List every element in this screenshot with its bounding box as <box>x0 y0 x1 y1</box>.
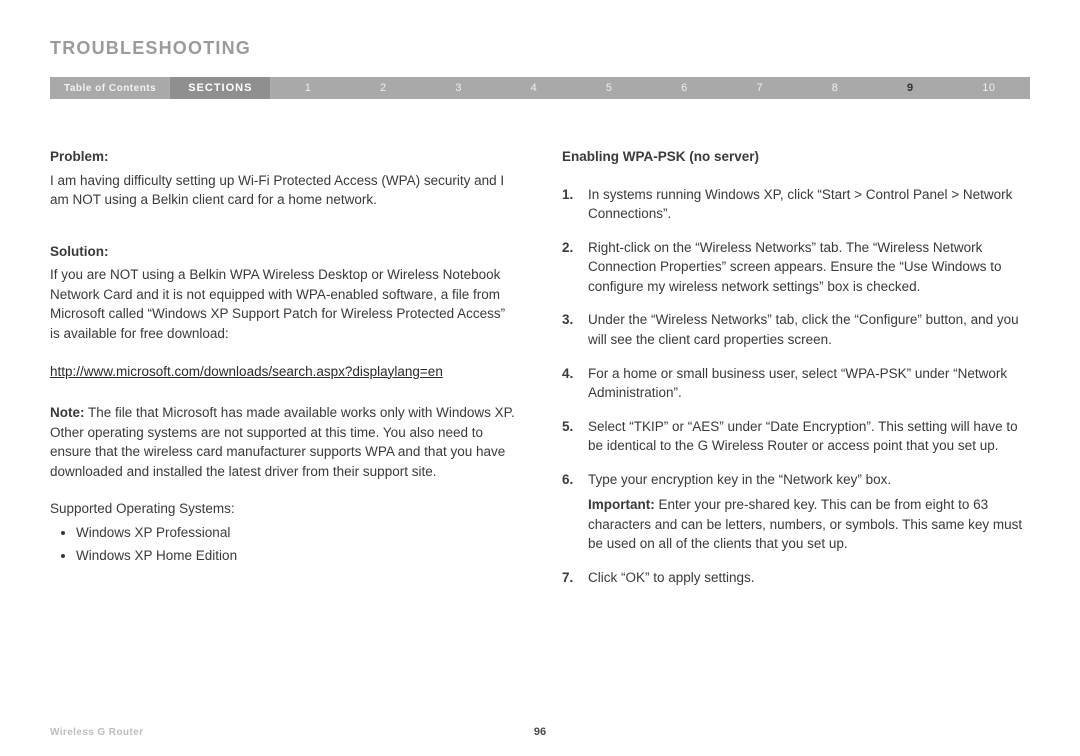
content-area: Problem: I am having difficulty setting … <box>50 147 1030 602</box>
page-footer: Wireless G Router 96 <box>50 726 1030 738</box>
nav-section-1[interactable]: 1 <box>301 82 316 94</box>
nav-section-6[interactable]: 6 <box>677 82 692 94</box>
footer-page-number: 96 <box>534 726 546 738</box>
step-text: Select “TKIP” or “AES” under “Date Encry… <box>588 417 1030 456</box>
step-7: 7.Click “OK” to apply settings. <box>562 568 1030 588</box>
note-paragraph: Note: The file that Microsoft has made a… <box>50 403 518 481</box>
important-paragraph: Important: Enter your pre-shared key. Th… <box>588 495 1030 554</box>
step-number: 7. <box>562 568 588 588</box>
right-column: Enabling WPA-PSK (no server) 1.In system… <box>562 147 1030 602</box>
step-number: 4. <box>562 364 588 403</box>
step-number: 3. <box>562 310 588 349</box>
wpa-psk-heading: Enabling WPA-PSK (no server) <box>562 147 1030 167</box>
nav-section-4[interactable]: 4 <box>527 82 542 94</box>
solution-heading: Solution: <box>50 242 518 262</box>
step-number: 5. <box>562 417 588 456</box>
supported-os-heading: Supported Operating Systems: <box>50 499 518 519</box>
problem-heading: Problem: <box>50 147 518 167</box>
nav-section-5[interactable]: 5 <box>602 82 617 94</box>
steps-list-cont: 7.Click “OK” to apply settings. <box>562 568 1030 588</box>
step-1: 1.In systems running Windows XP, click “… <box>562 185 1030 224</box>
step-6: 6.Type your encryption key in the “Netwo… <box>562 470 1030 490</box>
step-2: 2.Right-click on the “Wireless Networks”… <box>562 238 1030 297</box>
download-link[interactable]: http://www.microsoft.com/downloads/searc… <box>50 362 518 382</box>
step-number: 6. <box>562 470 588 490</box>
step-number: 2. <box>562 238 588 297</box>
footer-product: Wireless G Router <box>50 727 143 738</box>
nav-section-numbers: 1 2 3 4 5 6 7 8 9 10 <box>270 77 1030 99</box>
solution-text: If you are NOT using a Belkin WPA Wirele… <box>50 265 518 343</box>
note-label: Note: <box>50 405 85 420</box>
step-5: 5.Select “TKIP” or “AES” under “Date Enc… <box>562 417 1030 456</box>
note-text: The file that Microsoft has made availab… <box>50 405 515 479</box>
list-item: Windows XP Professional <box>76 523 518 543</box>
step-text: In systems running Windows XP, click “St… <box>588 185 1030 224</box>
nav-sections-label: SECTIONS <box>170 77 270 99</box>
nav-section-9[interactable]: 9 <box>903 82 918 94</box>
nav-section-7[interactable]: 7 <box>752 82 767 94</box>
steps-list: 1.In systems running Windows XP, click “… <box>562 185 1030 490</box>
step-text: Click “OK” to apply settings. <box>588 568 1030 588</box>
nav-section-10[interactable]: 10 <box>978 82 999 94</box>
nav-toc[interactable]: Table of Contents <box>50 77 170 99</box>
step-text: For a home or small business user, selec… <box>588 364 1030 403</box>
supported-os-list: Windows XP Professional Windows XP Home … <box>50 523 518 566</box>
step-text: Right-click on the “Wireless Networks” t… <box>588 238 1030 297</box>
left-column: Problem: I am having difficulty setting … <box>50 147 518 602</box>
step-3: 3.Under the “Wireless Networks” tab, cli… <box>562 310 1030 349</box>
nav-section-3[interactable]: 3 <box>451 82 466 94</box>
step-4: 4.For a home or small business user, sel… <box>562 364 1030 403</box>
section-nav: Table of Contents SECTIONS 1 2 3 4 5 6 7… <box>50 77 1030 99</box>
important-label: Important: <box>588 497 655 512</box>
page-title: TROUBLESHOOTING <box>50 38 1030 59</box>
step-text: Under the “Wireless Networks” tab, click… <box>588 310 1030 349</box>
problem-text: I am having difficulty setting up Wi-Fi … <box>50 171 518 210</box>
step-text: Type your encryption key in the “Network… <box>588 470 1030 490</box>
step-number: 1. <box>562 185 588 224</box>
nav-section-2[interactable]: 2 <box>376 82 391 94</box>
list-item: Windows XP Home Edition <box>76 546 518 566</box>
nav-section-8[interactable]: 8 <box>828 82 843 94</box>
